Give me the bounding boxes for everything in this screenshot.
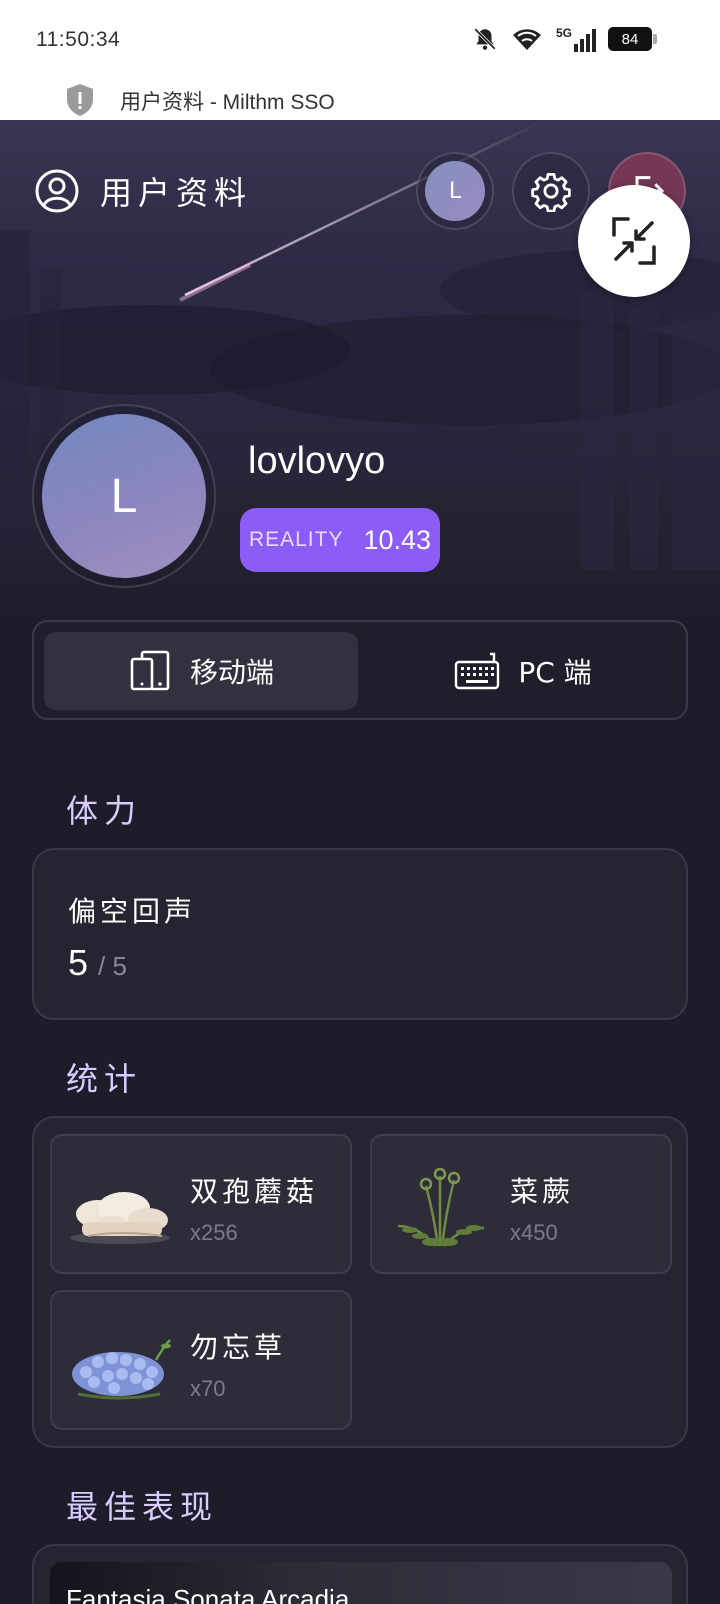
stats-card: 双孢蘑菇 x256 菜蕨 x450 勿忘草 x70: [32, 1116, 688, 1448]
reality-rating-badge: REALITY 10.43: [240, 508, 440, 572]
page-title: 用户资料 - Milthm SSO: [120, 91, 335, 114]
profile-avatar-initial: L: [42, 414, 206, 578]
best-performance-card: Fantasia Sonata Arcadia: [32, 1544, 688, 1604]
stat-item: 勿忘草 x70: [50, 1290, 352, 1430]
header: 用户资料: [34, 168, 252, 214]
user-circle-icon: [35, 169, 79, 213]
stat-name: 双孢蘑菇: [190, 1175, 319, 1208]
status-icons: 5G 84: [472, 26, 657, 52]
cellular-5g-icon: 5G: [556, 26, 596, 52]
shield-icon[interactable]: [64, 82, 96, 118]
profile-avatar: L: [32, 404, 216, 588]
stamina-value: 5 / 5: [68, 942, 127, 984]
tab-pc[interactable]: PC 端: [368, 632, 678, 710]
avatar: L: [425, 161, 485, 221]
gear-icon: [531, 172, 571, 212]
network-type: 5G: [555, 26, 572, 40]
section-title-stamina: 体力: [66, 792, 143, 830]
tab-pc-label: PC 端: [518, 656, 592, 689]
stamina-max: / 5: [98, 951, 127, 981]
best-song-item[interactable]: Fantasia Sonata Arcadia: [50, 1562, 672, 1604]
mushroom-image: [70, 1192, 170, 1244]
status-bar: 11:50:34 5G 84: [0, 0, 720, 82]
wifi-icon: [512, 29, 541, 50]
rating-value: 10.43: [363, 524, 432, 555]
stat-name: 菜蕨: [510, 1175, 575, 1208]
stamina-name: 偏空回声: [68, 895, 197, 928]
mute-bell-icon: [474, 28, 496, 50]
rating-label: REALITY: [248, 528, 344, 551]
stat-count: x256: [190, 1220, 238, 1245]
account-avatar-button[interactable]: L: [416, 152, 494, 230]
section-title-best: 最佳表现: [66, 1488, 219, 1526]
collapse-arrows-icon: [612, 217, 656, 265]
stat-count: x70: [190, 1376, 226, 1401]
keyboard-icon: [455, 652, 500, 690]
forget-me-not-image: [72, 1339, 171, 1400]
stamina-card: 偏空回声 5 / 5: [32, 848, 688, 1020]
tab-mobile[interactable]: 移动端: [44, 632, 358, 710]
tab-mobile-label: 移动端: [189, 656, 274, 689]
minimize-window-button[interactable]: [578, 185, 690, 297]
browser-title-bar: 用户资料 - Milthm SSO: [0, 82, 720, 120]
section-title-stats: 统计: [66, 1060, 143, 1098]
settings-button[interactable]: [512, 152, 590, 230]
fern-image: [397, 1167, 485, 1247]
status-time: 11:50:34: [36, 28, 121, 51]
stat-name: 勿忘草: [190, 1331, 287, 1364]
platform-switcher: 移动端 PC 端: [32, 620, 688, 720]
battery-indicator: 84: [608, 27, 657, 51]
stat-item: 菜蕨 x450: [370, 1134, 672, 1274]
username: lovlovyo: [248, 440, 386, 482]
header-title: 用户资料: [100, 174, 253, 212]
mobile-device-icon: [130, 650, 170, 691]
best-song-title: Fantasia Sonata Arcadia: [66, 1584, 350, 1604]
stat-item: 双孢蘑菇 x256: [50, 1134, 352, 1274]
stamina-current: 5: [68, 942, 89, 983]
stat-count: x450: [510, 1220, 558, 1245]
